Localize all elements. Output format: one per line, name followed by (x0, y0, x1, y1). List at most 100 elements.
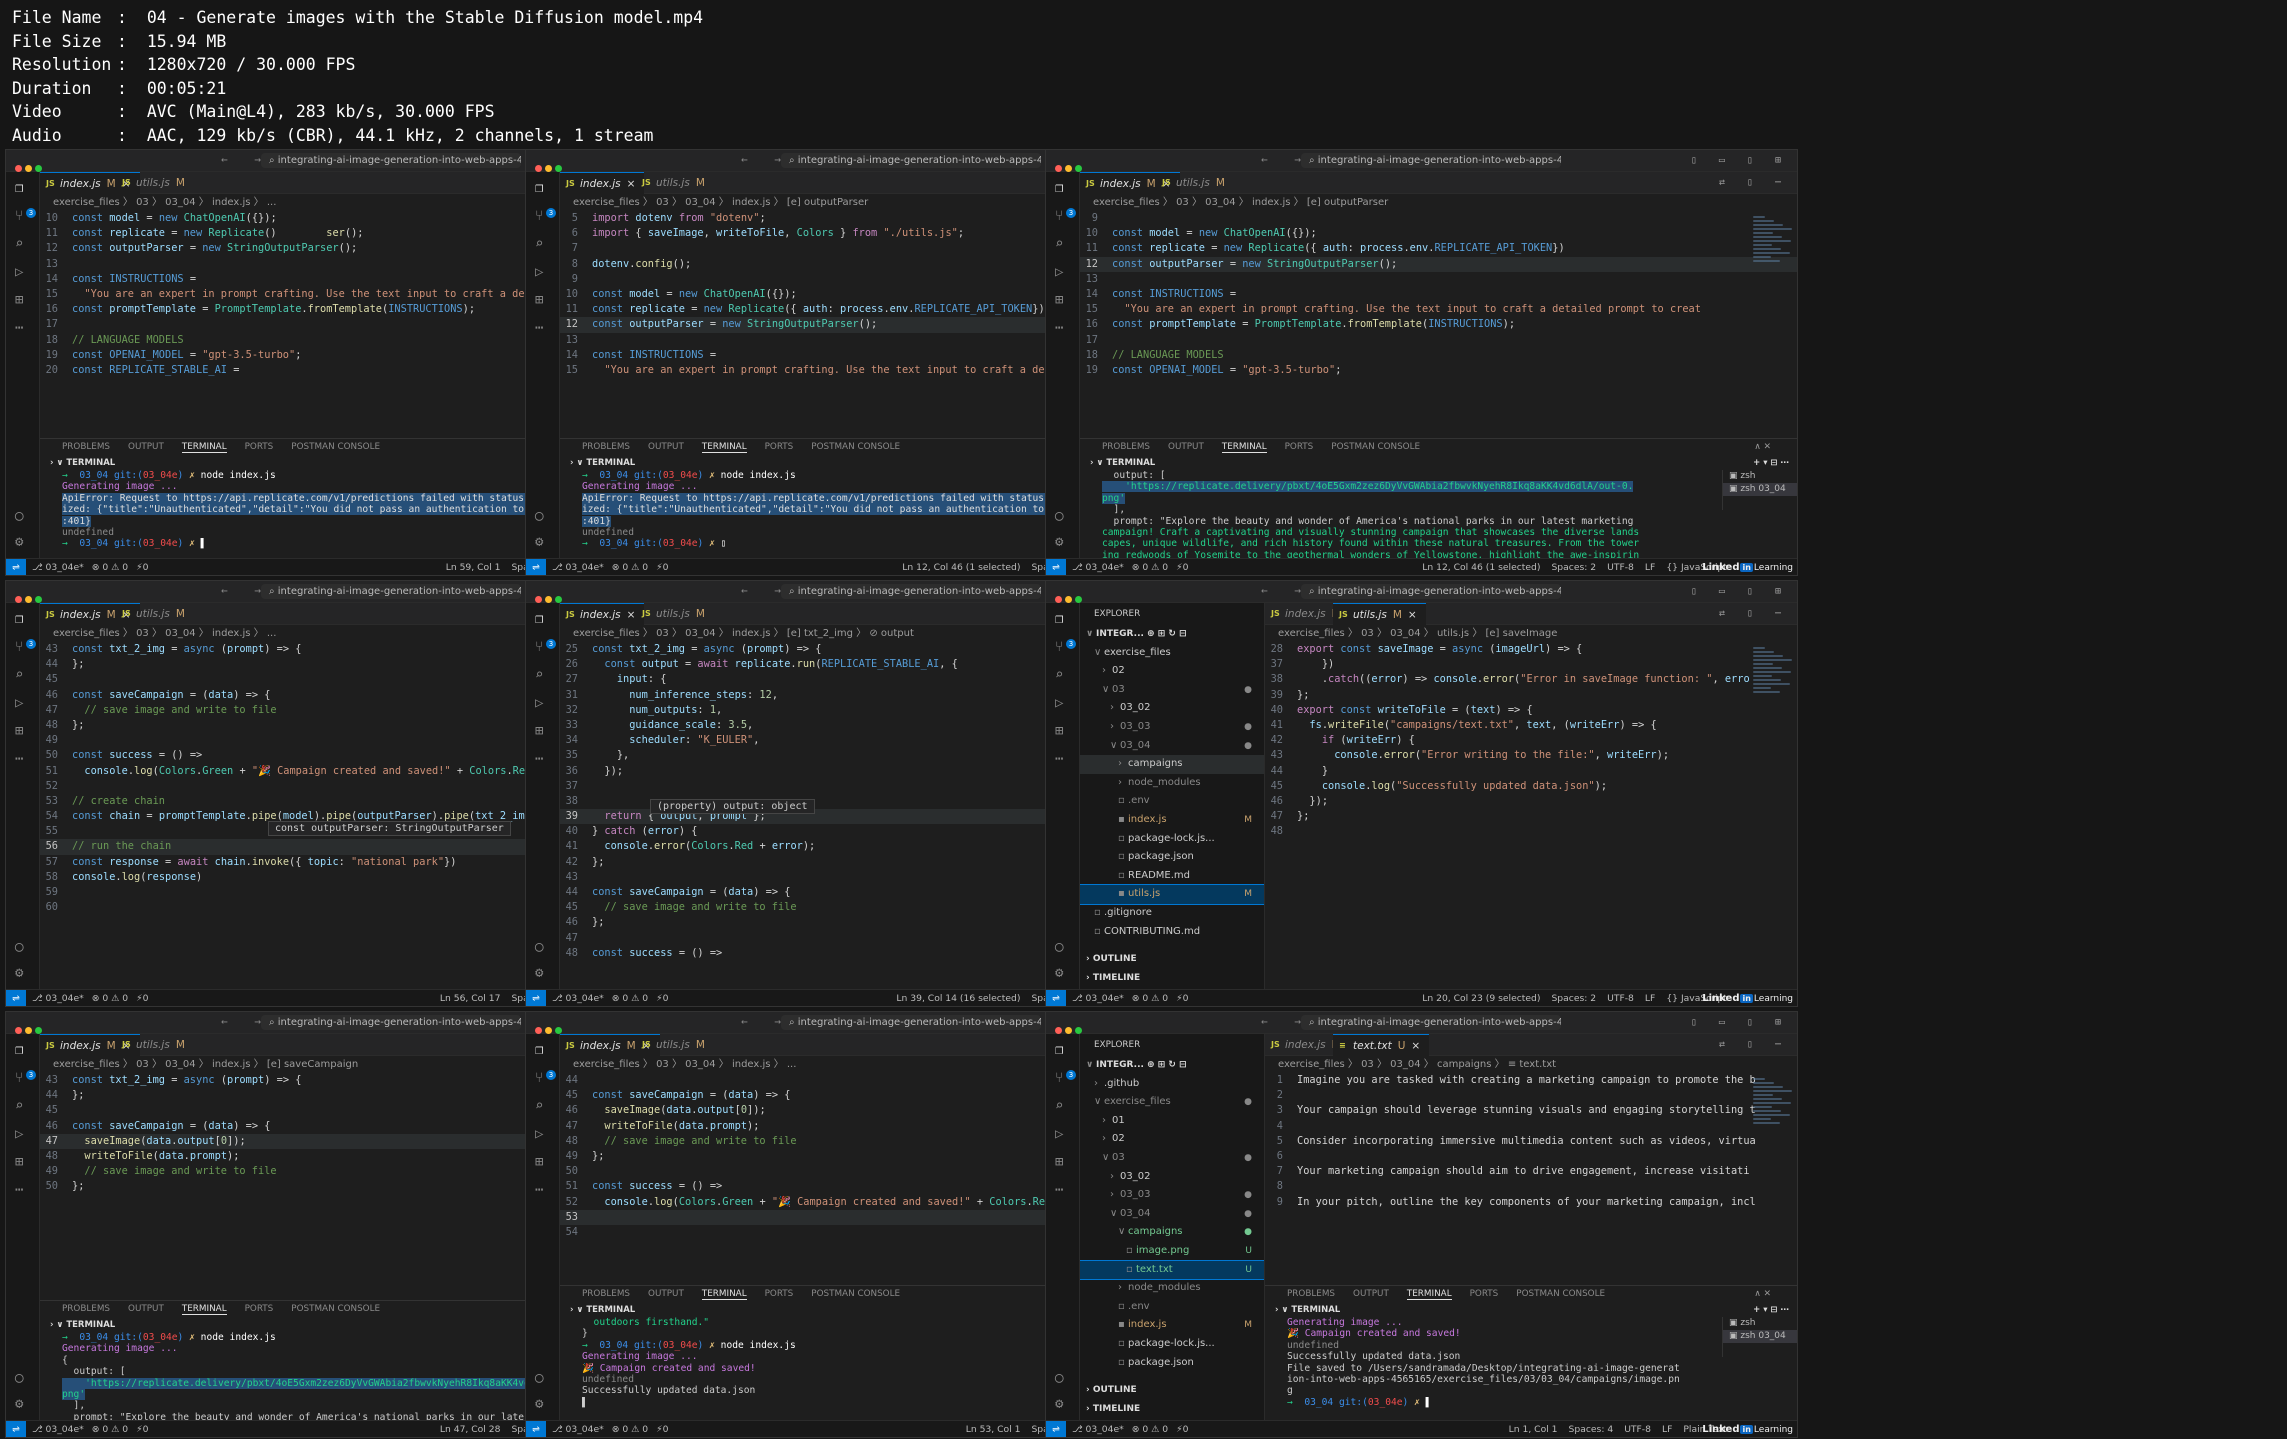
explorer-actions-icons[interactable]: ⊕ ⊞ ↻ ⊟ (1144, 629, 1187, 639)
status-item[interactable]: LF (1645, 562, 1655, 573)
close-window-button[interactable] (535, 1027, 542, 1034)
files-icon[interactable]: ❐ (1055, 180, 1063, 196)
minimize-window-button[interactable] (1065, 596, 1072, 603)
extensions-icon[interactable]: ⊞ (1055, 1154, 1063, 1170)
file-tree-item[interactable]: ▫ package-lock.js... (1080, 830, 1264, 849)
file-tree-item[interactable]: ∨ campaigns ● (1080, 1223, 1264, 1242)
status-item[interactable]: ⊗ 0 ⚠ 0 (92, 993, 128, 1004)
panel-tab[interactable]: PROBLEMS (62, 442, 110, 452)
panel-tab[interactable]: TERMINAL (181, 442, 227, 453)
more-icon[interactable]: ⋯ (1055, 320, 1063, 336)
panel-actions-icons[interactable]: ∧ ✕ (1754, 439, 1771, 456)
maximize-window-button[interactable] (555, 596, 562, 603)
status-item[interactable]: ⊗ 0 ⚠ 0 (1132, 993, 1168, 1004)
panel-tab[interactable]: TERMINAL (701, 1289, 747, 1300)
extensions-icon[interactable]: ⊞ (1055, 723, 1063, 739)
more-icon[interactable]: ⋯ (535, 1182, 543, 1198)
source-control-icon[interactable]: ⑂ (1055, 208, 1063, 224)
more-icon[interactable]: ⋯ (15, 320, 23, 336)
search-icon[interactable]: ⌕ (15, 236, 23, 252)
code-editor[interactable]: 9 10 const model = new ChatOpenAI({}); 11 co… (1080, 211, 1797, 438)
layout-toggle-icons[interactable]: ▯ ▭ ▯ ⊞ (1691, 155, 1789, 166)
run-debug-icon[interactable]: ▷ (535, 264, 543, 280)
file-tree-item[interactable]: › node_modules (1080, 1279, 1264, 1298)
code-editor[interactable]: 28 export const saveImage = async (imageU… (1265, 642, 1797, 989)
search-icon[interactable]: ⌕ (535, 667, 543, 683)
source-control-icon[interactable]: ⑂ (1055, 1070, 1063, 1086)
run-debug-icon[interactable]: ▷ (1055, 695, 1063, 711)
minimize-window-button[interactable] (25, 596, 32, 603)
editor-tab[interactable]: JS utils.js M (636, 603, 714, 625)
status-item[interactable]: ⚡0 (1176, 1424, 1188, 1435)
search-icon[interactable]: ⌕ (15, 667, 23, 683)
remote-indicator[interactable]: ⇌ (1046, 559, 1066, 575)
status-item[interactable]: ⎇ 03_04e* (1072, 1424, 1124, 1435)
account-icon[interactable]: ◯ (1055, 508, 1063, 524)
panel-tab[interactable]: POSTMAN CONSOLE (291, 442, 380, 452)
status-item[interactable]: ⊗ 0 ⚠ 0 (612, 1424, 648, 1435)
files-icon[interactable]: ❐ (1055, 1042, 1063, 1058)
status-item[interactable]: UTF-8 (1607, 993, 1634, 1004)
editor-actions-icons[interactable]: ⇄ ▯ ⋯ (1719, 608, 1789, 619)
minimap[interactable] (1753, 1078, 1793, 1138)
files-icon[interactable]: ❐ (535, 1042, 543, 1058)
status-item[interactable]: Ln 12, Col 46 (1 selected) (902, 562, 1020, 573)
file-tree-item[interactable]: ▫ package.json (1080, 848, 1264, 867)
source-control-icon[interactable]: ⑂ (15, 208, 23, 224)
file-tree-item[interactable]: ▪ index.js M (1080, 1316, 1264, 1335)
maximize-window-button[interactable] (555, 1027, 562, 1034)
account-icon[interactable]: ◯ (1055, 939, 1063, 955)
status-item[interactable]: ⚡0 (136, 993, 148, 1004)
status-item[interactable]: ⊗ 0 ⚠ 0 (612, 562, 648, 573)
panel-tab[interactable]: PORTS (765, 1289, 794, 1299)
status-item[interactable]: LF (1662, 1424, 1672, 1435)
status-item[interactable]: Ln 56, Col 17 (440, 993, 501, 1004)
file-tree-item[interactable]: ▫ .env (1080, 1298, 1264, 1317)
editor-tab[interactable]: JS utils.js M (636, 1034, 714, 1056)
minimize-window-button[interactable] (545, 1027, 552, 1034)
panel-tab[interactable]: PROBLEMS (1102, 442, 1150, 452)
status-item[interactable]: Spaces: 2 (1551, 562, 1596, 573)
close-window-button[interactable] (535, 596, 542, 603)
status-item[interactable]: Ln 39, Col 14 (16 selected) (896, 993, 1020, 1004)
run-debug-icon[interactable]: ▷ (1055, 264, 1063, 280)
close-window-button[interactable] (15, 1027, 22, 1034)
source-control-icon[interactable]: ⑂ (535, 639, 543, 655)
minimize-window-button[interactable] (25, 165, 32, 172)
search-icon[interactable]: ⌕ (1055, 236, 1063, 252)
timeline-section[interactable]: › TIMELINE (1080, 1400, 1264, 1419)
extensions-icon[interactable]: ⊞ (15, 1154, 23, 1170)
maximize-window-button[interactable] (555, 165, 562, 172)
remote-indicator[interactable]: ⇌ (6, 990, 26, 1006)
code-editor[interactable]: 1 Imagine you are tasked with creating a … (1265, 1073, 1797, 1285)
maximize-window-button[interactable] (1075, 596, 1082, 603)
maximize-window-button[interactable] (35, 596, 42, 603)
status-item[interactable]: ⚡0 (656, 1424, 668, 1435)
status-item[interactable]: ⚡0 (136, 1424, 148, 1435)
panel-tab[interactable]: POSTMAN CONSOLE (1516, 1289, 1605, 1299)
close-window-button[interactable] (15, 165, 22, 172)
terminal-list-item[interactable]: ▣ zsh 03_04 (1723, 483, 1797, 496)
status-item[interactable]: ⊗ 0 ⚠ 0 (612, 993, 648, 1004)
gear-icon[interactable]: ⚙ (15, 1396, 23, 1412)
file-tree-item[interactable]: ▫ README.md (1080, 867, 1264, 886)
files-icon[interactable]: ❐ (15, 180, 23, 196)
remote-indicator[interactable]: ⇌ (6, 559, 26, 575)
editor-tab[interactable]: ≡ text.txt U × (1333, 1034, 1430, 1056)
status-item[interactable]: ⚡0 (1176, 993, 1188, 1004)
files-icon[interactable]: ❐ (535, 180, 543, 196)
minimize-window-button[interactable] (1065, 165, 1072, 172)
account-icon[interactable]: ◯ (535, 508, 543, 524)
search-icon[interactable]: ⌕ (535, 1098, 543, 1114)
file-tree-item[interactable]: ▪ utils.js M (1080, 884, 1264, 905)
gear-icon[interactable]: ⚙ (1055, 534, 1063, 550)
file-tree-item[interactable]: ▫ package-lock.js... (1080, 1335, 1264, 1354)
run-debug-icon[interactable]: ▷ (15, 1126, 23, 1142)
account-icon[interactable]: ◯ (535, 939, 543, 955)
editor-tab[interactable]: JS utils.js M (116, 603, 194, 625)
file-tree-item[interactable]: ∨ exercise_files (1080, 644, 1264, 663)
file-tree-item[interactable]: › 03_03 ● (1080, 1186, 1264, 1205)
status-item[interactable]: ⚡0 (656, 993, 668, 1004)
timeline-section[interactable]: › TIMELINE (1080, 969, 1264, 988)
remote-indicator[interactable]: ⇌ (526, 559, 546, 575)
